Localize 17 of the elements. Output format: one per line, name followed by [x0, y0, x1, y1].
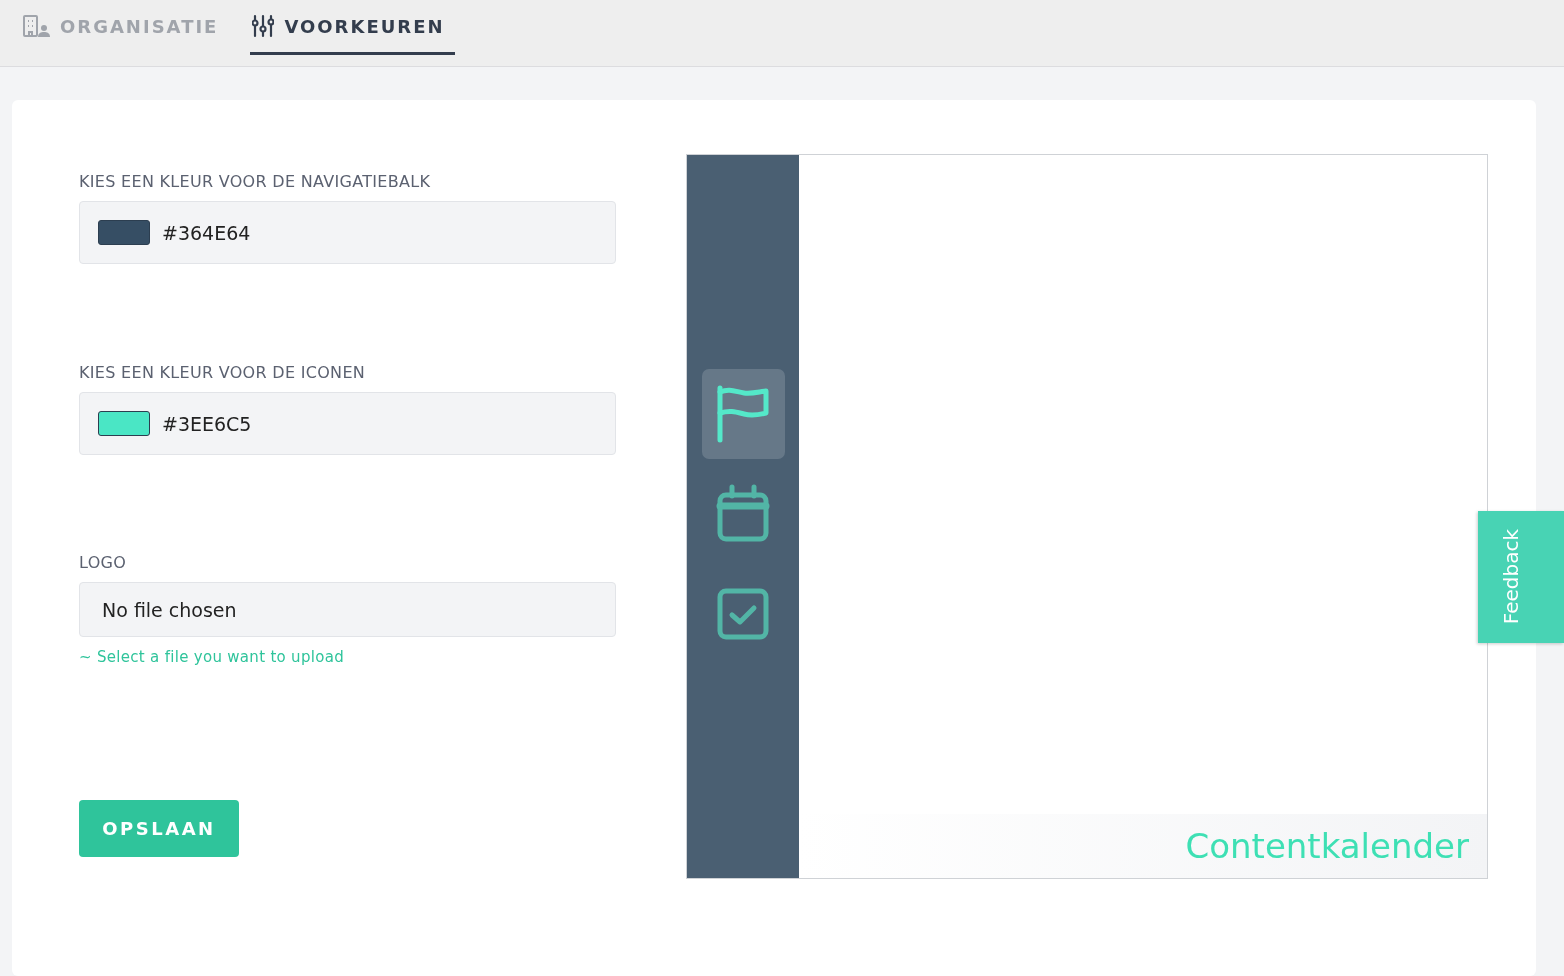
building-person-icon — [22, 14, 50, 38]
nav-item[interactable] — [701, 369, 785, 459]
file-input-field[interactable]: No file chosen — [79, 582, 616, 637]
tab[interactable]: VOORKEUREN — [250, 0, 455, 55]
field-label: KIES EEN KLEUR VOOR DE ICONEN — [79, 363, 366, 382]
checkbox-icon[interactable] — [716, 587, 770, 641]
calendar-icon[interactable] — [716, 484, 770, 544]
app-title: Contentkalender — [1185, 826, 1469, 866]
field-label: KIES EEN KLEUR VOOR DE NAVIGATIEBALK — [79, 172, 431, 191]
color-swatch[interactable] — [98, 220, 150, 245]
color-input-field[interactable]: #3EE6C5 — [79, 392, 616, 455]
flag-icon[interactable] — [716, 384, 770, 444]
sliders-icon — [252, 14, 275, 38]
color-input-field[interactable]: #364E64 — [79, 201, 616, 264]
color-swatch[interactable] — [98, 411, 150, 436]
hint-text: ~ Select a file you want to upload — [79, 648, 344, 666]
field-label: LOGO — [79, 553, 127, 572]
